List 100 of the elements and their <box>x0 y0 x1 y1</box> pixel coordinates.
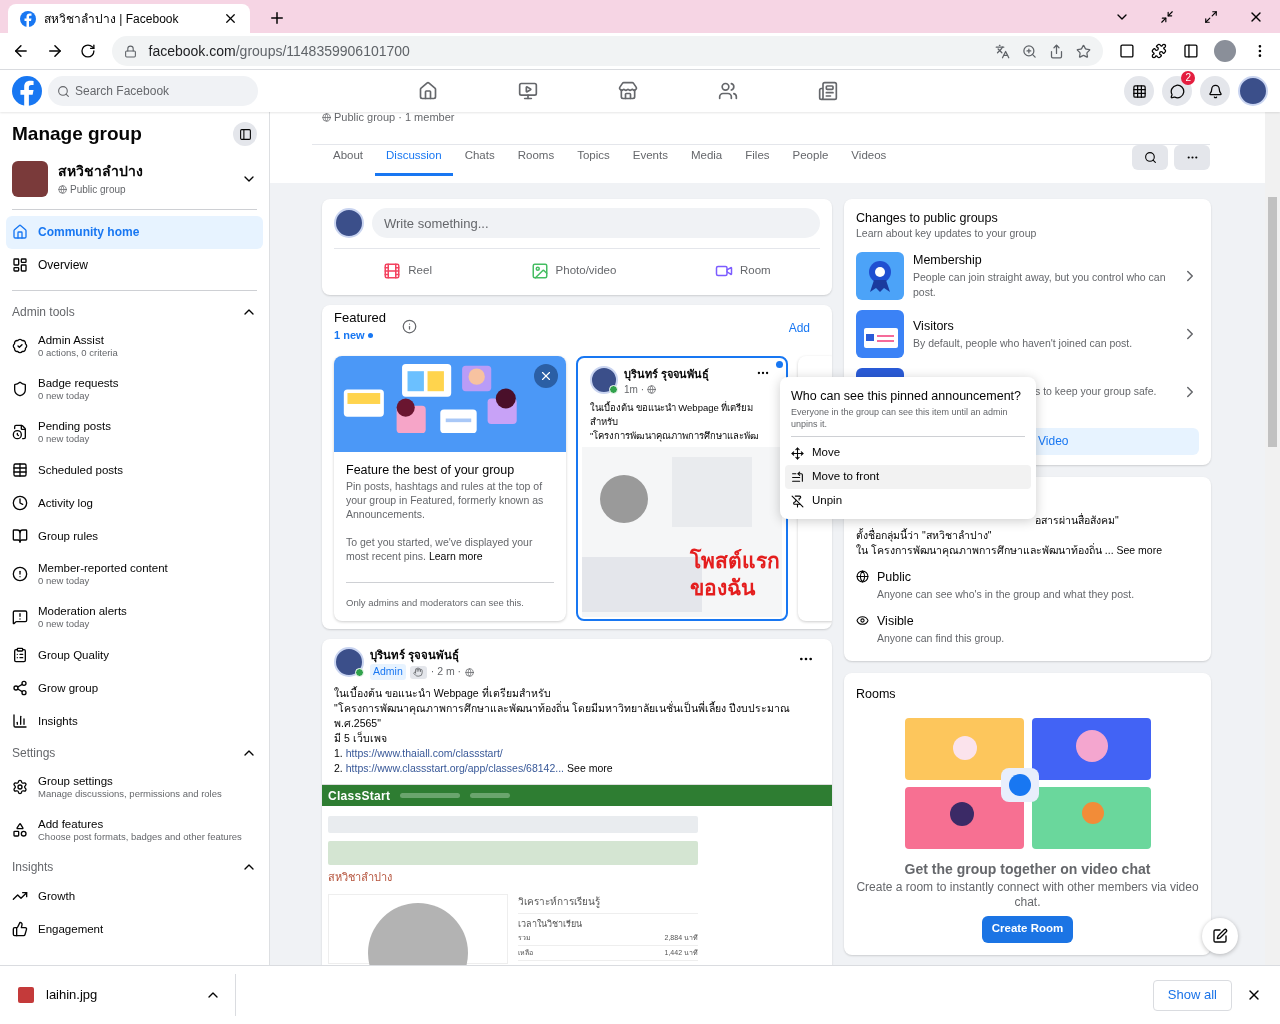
group-tab[interactable]: Events <box>621 138 679 176</box>
groups-icon[interactable] <box>718 81 738 101</box>
composer-action-button[interactable]: Room <box>702 255 783 287</box>
scrollbar[interactable] <box>1265 112 1280 965</box>
new-tab-icon[interactable] <box>268 9 286 27</box>
dashboard-icon <box>12 257 28 273</box>
sidebar-item[interactable]: Member-reported content 0 new today <box>6 552 263 596</box>
card-title: Rooms <box>856 685 896 703</box>
facebook-logo-icon[interactable] <box>20 10 36 27</box>
group-tab[interactable]: Topics <box>566 138 621 176</box>
group-tab[interactable]: About <box>322 138 375 176</box>
unpin-icon <box>791 494 804 508</box>
post-link[interactable]: https://www.thaiall.com/classstart/ <box>345 746 503 761</box>
change-item[interactable]: Membership People can join straight away, but you control who can post. <box>856 251 1199 300</box>
marketplace-icon[interactable] <box>618 81 638 101</box>
facebook-logo-icon[interactable] <box>12 76 42 106</box>
group-tab[interactable]: Rooms <box>506 138 566 176</box>
minimize-icon[interactable] <box>1160 10 1174 24</box>
list-number: 1. <box>334 746 343 761</box>
notifications-button[interactable] <box>1200 76 1230 106</box>
close-button[interactable] <box>534 363 558 388</box>
zoom-icon[interactable] <box>1021 43 1037 59</box>
menu-title: Who can see this pinned announcement? <box>791 389 1023 404</box>
sidebar-item[interactable]: Badge requests 0 new today <box>6 367 263 411</box>
apps-button[interactable] <box>1124 76 1154 106</box>
group-tab[interactable]: Files <box>734 138 781 176</box>
back-icon[interactable] <box>12 42 30 60</box>
sidebar-item[interactable]: Growth <box>6 879 263 913</box>
nav-bar-placeholder <box>470 793 511 798</box>
group-name[interactable]: สหวิชาลำปาง <box>58 160 231 182</box>
feed-icon[interactable] <box>818 81 838 101</box>
extension-icon[interactable] <box>1118 43 1135 59</box>
sidebar-item[interactable]: Pending posts 0 new today <box>6 410 263 454</box>
item-text: By default, people who haven't joined can post. <box>913 335 1134 351</box>
group-tab[interactable]: Discussion <box>375 138 453 176</box>
browser-tab[interactable]: สหวิชาลำปาง | Facebook <box>8 4 250 33</box>
show-all-button[interactable]: Show all <box>1152 979 1232 1011</box>
author-name[interactable]: บุรินทร์ รุจจนพันธุ์ <box>624 365 750 382</box>
search-button[interactable] <box>1132 144 1168 170</box>
group-tab[interactable]: Media <box>679 138 734 176</box>
change-item[interactable]: Visitors By default, people who haven't joined can post. <box>856 309 1199 358</box>
search-field[interactable]: Search Facebook <box>48 76 258 106</box>
sidebar-item[interactable]: Add features Choose post formats, badges and other features <box>6 808 263 852</box>
notification-badge: 2 <box>1181 71 1195 85</box>
create-room-button[interactable]: Create Room <box>981 915 1074 943</box>
menu-item[interactable]: Unpin <box>785 489 1031 513</box>
group-tab[interactable]: Videos <box>840 138 898 176</box>
nav-bar-placeholder <box>400 793 461 798</box>
puzzle-icon[interactable] <box>1150 43 1167 59</box>
new-message-button[interactable] <box>1202 918 1238 954</box>
add-link[interactable]: Add <box>788 319 810 337</box>
globe-icon <box>465 667 475 677</box>
sidebar-item[interactable]: Group rules <box>6 519 263 553</box>
sidebar-item[interactable]: Group settings Manage discussions, permissions and roles <box>6 765 263 809</box>
share-icon[interactable] <box>1048 43 1064 59</box>
composer-action-button[interactable]: Photo/video <box>518 255 629 287</box>
sidebar-item[interactable]: Engagement <box>6 912 263 946</box>
info-icon[interactable] <box>402 319 418 334</box>
bookmark-star-icon[interactable] <box>1075 43 1091 59</box>
sidebar-item[interactable]: Group Quality <box>6 638 263 672</box>
sidebar-item[interactable]: Insights <box>6 704 263 738</box>
post-time: · 2 m · <box>430 664 462 680</box>
profile-avatar[interactable] <box>1214 40 1237 62</box>
group-photo <box>12 160 48 197</box>
see-more-link[interactable]: See more <box>1116 543 1163 556</box>
sidebar-item[interactable]: Community home <box>6 215 263 249</box>
pinned-post-card[interactable]: บุรินทร์ รุจจนพันธุ์ 1m · ในเบื้องต้น ขอแนะนำ Webpage ที่เตรียม สำหรับ "โครงการพัฒนาคุณภาพการศึกษาและพัฒ โพสต์แรก ของฉัน <box>576 355 788 621</box>
menu-item[interactable]: Move <box>785 441 1031 465</box>
post-input-field[interactable]: Write something... <box>372 208 820 238</box>
author-name[interactable]: บุรินทร์ รุจจนพันธุ์ <box>370 647 792 665</box>
composer-action-button[interactable]: Reel <box>371 255 444 287</box>
home-icon[interactable] <box>418 81 438 101</box>
sidebar-item[interactable]: Scheduled posts <box>6 453 263 487</box>
sidebar-item[interactable]: Grow group <box>6 671 263 705</box>
sidebar-item[interactable]: Activity log <box>6 486 263 520</box>
menu-item[interactable]: Move to front <box>785 465 1031 489</box>
group-tab[interactable]: Chats <box>453 138 506 176</box>
translate-icon[interactable] <box>994 43 1010 59</box>
post-link[interactable]: https://www.classstart.org/app/classes/68142... <box>345 761 565 776</box>
reload-icon[interactable] <box>79 43 96 59</box>
about-text: ใน โครงการพัฒนาคุณภาพการศึกษาและพัฒนาท้องถิ่น ... <box>856 543 1114 556</box>
admin-badge: Admin <box>370 664 406 680</box>
collapse-sidebar-button[interactable] <box>233 122 257 147</box>
account-avatar[interactable] <box>1238 76 1268 106</box>
learn-more-link[interactable]: Learn more <box>428 549 483 562</box>
section-heading: Insights <box>12 858 54 876</box>
video-icon[interactable] <box>518 81 538 101</box>
close-icon[interactable] <box>223 11 238 26</box>
post-text: สำหรับ <box>590 415 618 429</box>
side-panel-icon[interactable] <box>1182 43 1199 59</box>
address-bar[interactable]: facebook.com/groups/1148359906101700 <box>111 36 1103 66</box>
see-more-link[interactable]: See more <box>567 761 613 776</box>
download-file-name[interactable]: laihin.jpg <box>46 985 193 1005</box>
sidebar-item[interactable]: Admin Assist 0 actions, 0 criteria <box>6 324 263 368</box>
tab-title: สหวิชาลำปาง | Facebook <box>44 10 180 28</box>
sidebar-item[interactable]: Moderation alerts 0 new today <box>6 595 263 639</box>
group-tab[interactable]: People <box>781 138 840 176</box>
sidebar-item[interactable]: Overview <box>6 248 263 282</box>
clipboard-icon <box>12 647 28 663</box>
restore-icon[interactable] <box>1204 10 1218 24</box>
